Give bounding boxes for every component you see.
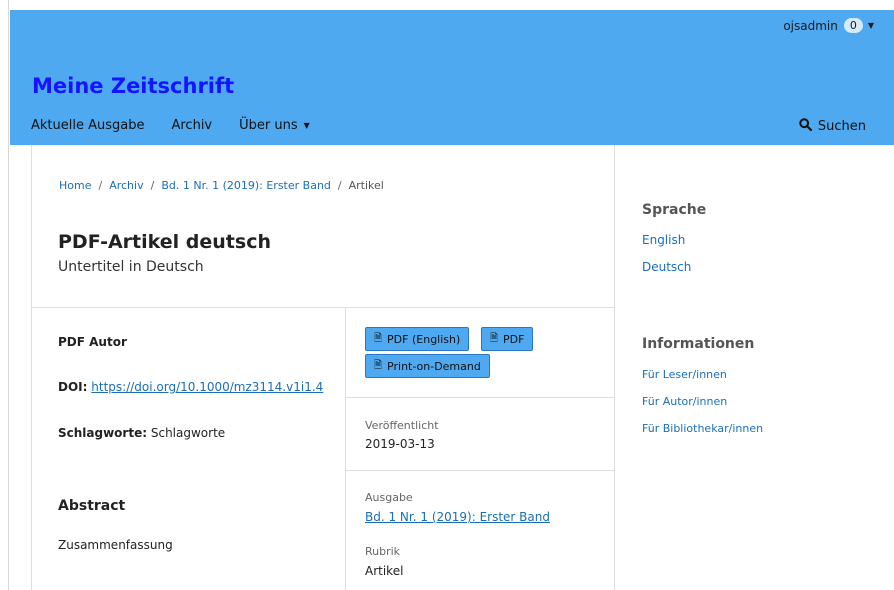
- breadcrumb-issue[interactable]: Bd. 1 Nr. 1 (2019): Erster Band: [161, 179, 331, 192]
- page-left-border: [8, 0, 9, 590]
- info-link-readers[interactable]: Für Leser/innen: [642, 368, 727, 381]
- pdf-file-icon: 🗎: [490, 332, 499, 344]
- breadcrumb: Home / Archiv / Bd. 1 Nr. 1 (2019): Erst…: [59, 179, 384, 192]
- caret-down-icon[interactable]: ▼: [868, 21, 874, 30]
- breadcrumb-separator: /: [337, 179, 342, 192]
- keywords-value: Schlagworte: [150, 426, 226, 440]
- article-subtitle: Untertitel in Deutsch: [58, 259, 204, 275]
- info-link-librarians[interactable]: Für Bibliothekar/innen: [642, 422, 763, 435]
- section-label: Rubrik: [365, 545, 401, 558]
- abstract-heading: Abstract: [58, 498, 126, 514]
- galley-pdf-english-button[interactable]: 🗎 PDF (English): [365, 327, 470, 351]
- column-divider: [345, 307, 346, 590]
- language-link-english[interactable]: English: [642, 233, 685, 247]
- username[interactable]: ojsadmin: [783, 19, 838, 33]
- doi-link[interactable]: https://doi.org/10.1000/mz3114.v1i1.4: [91, 380, 323, 394]
- nav-item-archive[interactable]: Archiv: [171, 118, 212, 133]
- nav-item-current-issue[interactable]: Aktuelle Ausgabe: [31, 118, 144, 133]
- site-header: ojsadmin 0 ▼ Meine Zeitschrift Aktuelle …: [10, 10, 894, 145]
- nav-item-label: Über uns: [239, 118, 298, 133]
- author-name: PDF Autor: [58, 335, 127, 349]
- language-heading: Sprache: [642, 202, 707, 218]
- keywords-row: Schlagworte: Schlagworte: [58, 426, 225, 440]
- file-text-icon: 🗎: [374, 359, 383, 371]
- info-heading: Informationen: [642, 336, 755, 352]
- article-title: PDF-Artikel deutsch: [58, 231, 271, 253]
- article-main: Home / Archiv / Bd. 1 Nr. 1 (2019): Erst…: [31, 145, 615, 590]
- nav-item-label: Aktuelle Ausgabe: [31, 118, 145, 133]
- nav-item-label: Archiv: [171, 118, 213, 133]
- keywords-label: Schlagworte:: [58, 426, 148, 440]
- notification-count-badge[interactable]: 0: [843, 18, 863, 33]
- galley-print-on-demand-button[interactable]: 🗎 Print-on-Demand: [365, 354, 490, 378]
- breadcrumb-archive[interactable]: Archiv: [109, 179, 143, 192]
- published-date: 2019-03-13: [365, 437, 435, 451]
- search-label: Suchen: [817, 119, 866, 134]
- breadcrumb-home[interactable]: Home: [59, 179, 91, 192]
- caret-down-icon: ▼: [303, 121, 310, 130]
- user-menu[interactable]: ojsadmin 0 ▼: [783, 18, 874, 33]
- issue-link[interactable]: Bd. 1 Nr. 1 (2019): Erster Band: [365, 510, 550, 524]
- divider: [346, 397, 615, 398]
- galley-pdf-button[interactable]: 🗎 PDF: [481, 327, 534, 351]
- breadcrumb-current: Artikel: [348, 179, 384, 192]
- divider: [346, 470, 615, 471]
- site-title[interactable]: Meine Zeitschrift: [32, 74, 234, 98]
- galley-label: Print-on-Demand: [387, 359, 481, 373]
- breadcrumb-separator: /: [98, 179, 103, 192]
- issue-label: Ausgabe: [365, 491, 413, 504]
- info-link-authors[interactable]: Für Autor/innen: [642, 395, 727, 408]
- section-value: Artikel: [365, 564, 404, 578]
- galley-label: PDF (English): [387, 332, 461, 346]
- nav-item-about[interactable]: Über uns ▼: [239, 118, 310, 133]
- galley-label: PDF: [503, 332, 525, 346]
- abstract-text: Zusammenfassung: [58, 538, 173, 552]
- published-label: Veröffentlicht: [365, 419, 439, 432]
- breadcrumb-separator: /: [150, 179, 155, 192]
- search-icon: [799, 118, 812, 135]
- main-nav: Aktuelle Ausgabe Archiv Über uns ▼: [31, 118, 337, 133]
- divider: [32, 307, 615, 308]
- search-link[interactable]: Suchen: [799, 118, 866, 135]
- pdf-file-icon: 🗎: [374, 332, 383, 344]
- language-link-deutsch[interactable]: Deutsch: [642, 260, 691, 274]
- doi-label: DOI:: [58, 380, 88, 394]
- doi-row: DOI: https://doi.org/10.1000/mz3114.v1i1…: [58, 380, 323, 394]
